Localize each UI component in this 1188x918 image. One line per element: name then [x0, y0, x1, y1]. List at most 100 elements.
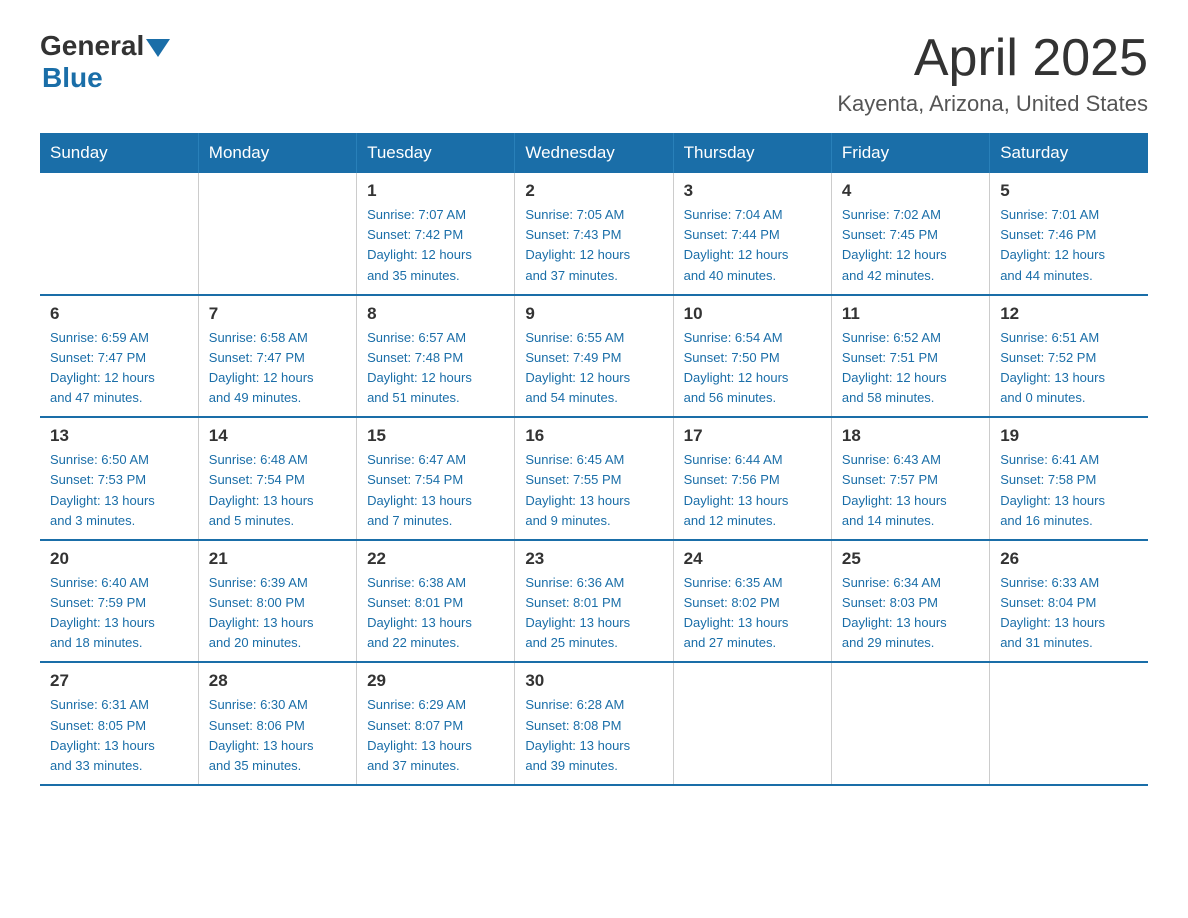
calendar-header-row: SundayMondayTuesdayWednesdayThursdayFrid…	[40, 133, 1148, 173]
day-info: Sunrise: 6:38 AM Sunset: 8:01 PM Dayligh…	[367, 573, 504, 654]
day-number: 9	[525, 304, 662, 324]
calendar-header-cell: Saturday	[990, 133, 1148, 173]
location-title: Kayenta, Arizona, United States	[837, 91, 1148, 117]
calendar-cell: 3 Sunrise: 7:04 AM Sunset: 7:44 PM Daylig…	[673, 173, 831, 295]
calendar-cell: 21 Sunrise: 6:39 AM Sunset: 8:00 PM Dayli…	[198, 540, 356, 663]
day-number: 14	[209, 426, 346, 446]
day-number: 28	[209, 671, 346, 691]
calendar-cell	[40, 173, 198, 295]
calendar-cell: 17 Sunrise: 6:44 AM Sunset: 7:56 PM Dayli…	[673, 417, 831, 540]
calendar-cell: 8Sunrise: 6:57 AM Sunset: 7:48 PM Daylig…	[357, 295, 515, 418]
day-info: Sunrise: 6:35 AM Sunset: 8:02 PM Dayligh…	[684, 573, 821, 654]
calendar-header-cell: Monday	[198, 133, 356, 173]
calendar-cell: 28 Sunrise: 6:30 AM Sunset: 8:06 PM Dayli…	[198, 662, 356, 785]
day-info: Sunrise: 6:28 AM Sunset: 8:08 PM Dayligh…	[525, 695, 662, 776]
day-info: Sunrise: 6:47 AM Sunset: 7:54 PM Dayligh…	[367, 450, 504, 531]
day-info: Sunrise: 6:51 AM Sunset: 7:52 PM Dayligh…	[1000, 328, 1138, 409]
day-number: 4	[842, 181, 979, 201]
day-number: 27	[50, 671, 188, 691]
day-number: 26	[1000, 549, 1138, 569]
calendar-cell: 10 Sunrise: 6:54 AM Sunset: 7:50 PM Dayli…	[673, 295, 831, 418]
calendar-header-cell: Wednesday	[515, 133, 673, 173]
calendar-week-row: 27 Sunrise: 6:31 AM Sunset: 8:05 PM Dayli…	[40, 662, 1148, 785]
day-info: Sunrise: 6:39 AM Sunset: 8:00 PM Dayligh…	[209, 573, 346, 654]
logo-general-text: General	[40, 30, 144, 62]
day-number: 5	[1000, 181, 1138, 201]
day-info: Sunrise: 6:57 AM Sunset: 7:48 PM Dayligh…	[367, 328, 504, 409]
logo: General Blue	[40, 30, 170, 94]
calendar-cell: 23 Sunrise: 6:36 AM Sunset: 8:01 PM Dayli…	[515, 540, 673, 663]
calendar-cell: 16 Sunrise: 6:45 AM Sunset: 7:55 PM Dayli…	[515, 417, 673, 540]
calendar-cell: 18 Sunrise: 6:43 AM Sunset: 7:57 PM Dayli…	[831, 417, 989, 540]
day-info: Sunrise: 6:48 AM Sunset: 7:54 PM Dayligh…	[209, 450, 346, 531]
title-section: April 2025 Kayenta, Arizona, United Stat…	[837, 30, 1148, 117]
month-title: April 2025	[837, 30, 1148, 87]
day-number: 2	[525, 181, 662, 201]
day-number: 12	[1000, 304, 1138, 324]
day-info: Sunrise: 6:30 AM Sunset: 8:06 PM Dayligh…	[209, 695, 346, 776]
calendar-table: SundayMondayTuesdayWednesdayThursdayFrid…	[40, 133, 1148, 786]
day-info: Sunrise: 7:04 AM Sunset: 7:44 PM Dayligh…	[684, 205, 821, 286]
calendar-cell: 20 Sunrise: 6:40 AM Sunset: 7:59 PM Dayli…	[40, 540, 198, 663]
logo-triangle-icon	[146, 39, 170, 57]
day-number: 17	[684, 426, 821, 446]
calendar-cell	[831, 662, 989, 785]
day-number: 18	[842, 426, 979, 446]
logo-blue-text: Blue	[42, 62, 170, 94]
day-number: 16	[525, 426, 662, 446]
day-number: 29	[367, 671, 504, 691]
day-number: 24	[684, 549, 821, 569]
day-info: Sunrise: 6:54 AM Sunset: 7:50 PM Dayligh…	[684, 328, 821, 409]
day-info: Sunrise: 6:40 AM Sunset: 7:59 PM Dayligh…	[50, 573, 188, 654]
day-number: 23	[525, 549, 662, 569]
day-info: Sunrise: 6:52 AM Sunset: 7:51 PM Dayligh…	[842, 328, 979, 409]
calendar-cell: 14 Sunrise: 6:48 AM Sunset: 7:54 PM Dayli…	[198, 417, 356, 540]
calendar-body: 1 Sunrise: 7:07 AM Sunset: 7:42 PM Daylig…	[40, 173, 1148, 785]
day-number: 10	[684, 304, 821, 324]
day-info: Sunrise: 7:02 AM Sunset: 7:45 PM Dayligh…	[842, 205, 979, 286]
day-number: 6	[50, 304, 188, 324]
day-info: Sunrise: 6:44 AM Sunset: 7:56 PM Dayligh…	[684, 450, 821, 531]
calendar-cell: 29 Sunrise: 6:29 AM Sunset: 8:07 PM Dayli…	[357, 662, 515, 785]
day-info: Sunrise: 6:31 AM Sunset: 8:05 PM Dayligh…	[50, 695, 188, 776]
day-number: 13	[50, 426, 188, 446]
day-number: 3	[684, 181, 821, 201]
day-info: Sunrise: 6:29 AM Sunset: 8:07 PM Dayligh…	[367, 695, 504, 776]
day-info: Sunrise: 7:07 AM Sunset: 7:42 PM Dayligh…	[367, 205, 504, 286]
day-info: Sunrise: 6:36 AM Sunset: 8:01 PM Dayligh…	[525, 573, 662, 654]
calendar-cell: 4 Sunrise: 7:02 AM Sunset: 7:45 PM Daylig…	[831, 173, 989, 295]
day-number: 11	[842, 304, 979, 324]
calendar-cell: 6 Sunrise: 6:59 AM Sunset: 7:47 PM Daylig…	[40, 295, 198, 418]
page-header: General Blue April 2025 Kayenta, Arizona…	[40, 30, 1148, 117]
day-info: Sunrise: 6:55 AM Sunset: 7:49 PM Dayligh…	[525, 328, 662, 409]
calendar-cell: 27 Sunrise: 6:31 AM Sunset: 8:05 PM Dayli…	[40, 662, 198, 785]
calendar-week-row: 6 Sunrise: 6:59 AM Sunset: 7:47 PM Daylig…	[40, 295, 1148, 418]
calendar-header-cell: Friday	[831, 133, 989, 173]
calendar-week-row: 20 Sunrise: 6:40 AM Sunset: 7:59 PM Dayli…	[40, 540, 1148, 663]
calendar-cell	[673, 662, 831, 785]
calendar-cell: 26 Sunrise: 6:33 AM Sunset: 8:04 PM Dayli…	[990, 540, 1148, 663]
day-number: 20	[50, 549, 188, 569]
day-number: 1	[367, 181, 504, 201]
day-info: Sunrise: 6:34 AM Sunset: 8:03 PM Dayligh…	[842, 573, 979, 654]
day-number: 21	[209, 549, 346, 569]
calendar-cell: 1 Sunrise: 7:07 AM Sunset: 7:42 PM Daylig…	[357, 173, 515, 295]
calendar-cell: 22Sunrise: 6:38 AM Sunset: 8:01 PM Dayli…	[357, 540, 515, 663]
calendar-cell: 5Sunrise: 7:01 AM Sunset: 7:46 PM Daylig…	[990, 173, 1148, 295]
day-info: Sunrise: 6:45 AM Sunset: 7:55 PM Dayligh…	[525, 450, 662, 531]
calendar-week-row: 1 Sunrise: 7:07 AM Sunset: 7:42 PM Daylig…	[40, 173, 1148, 295]
day-info: Sunrise: 6:43 AM Sunset: 7:57 PM Dayligh…	[842, 450, 979, 531]
day-number: 25	[842, 549, 979, 569]
calendar-cell: 9 Sunrise: 6:55 AM Sunset: 7:49 PM Daylig…	[515, 295, 673, 418]
calendar-cell	[990, 662, 1148, 785]
calendar-cell: 24 Sunrise: 6:35 AM Sunset: 8:02 PM Dayli…	[673, 540, 831, 663]
calendar-cell: 30Sunrise: 6:28 AM Sunset: 8:08 PM Dayli…	[515, 662, 673, 785]
calendar-cell: 11 Sunrise: 6:52 AM Sunset: 7:51 PM Dayli…	[831, 295, 989, 418]
calendar-cell: 13Sunrise: 6:50 AM Sunset: 7:53 PM Dayli…	[40, 417, 198, 540]
day-number: 7	[209, 304, 346, 324]
day-info: Sunrise: 6:59 AM Sunset: 7:47 PM Dayligh…	[50, 328, 188, 409]
calendar-header: SundayMondayTuesdayWednesdayThursdayFrid…	[40, 133, 1148, 173]
calendar-cell: 7Sunrise: 6:58 AM Sunset: 7:47 PM Daylig…	[198, 295, 356, 418]
day-number: 15	[367, 426, 504, 446]
day-info: Sunrise: 6:33 AM Sunset: 8:04 PM Dayligh…	[1000, 573, 1138, 654]
